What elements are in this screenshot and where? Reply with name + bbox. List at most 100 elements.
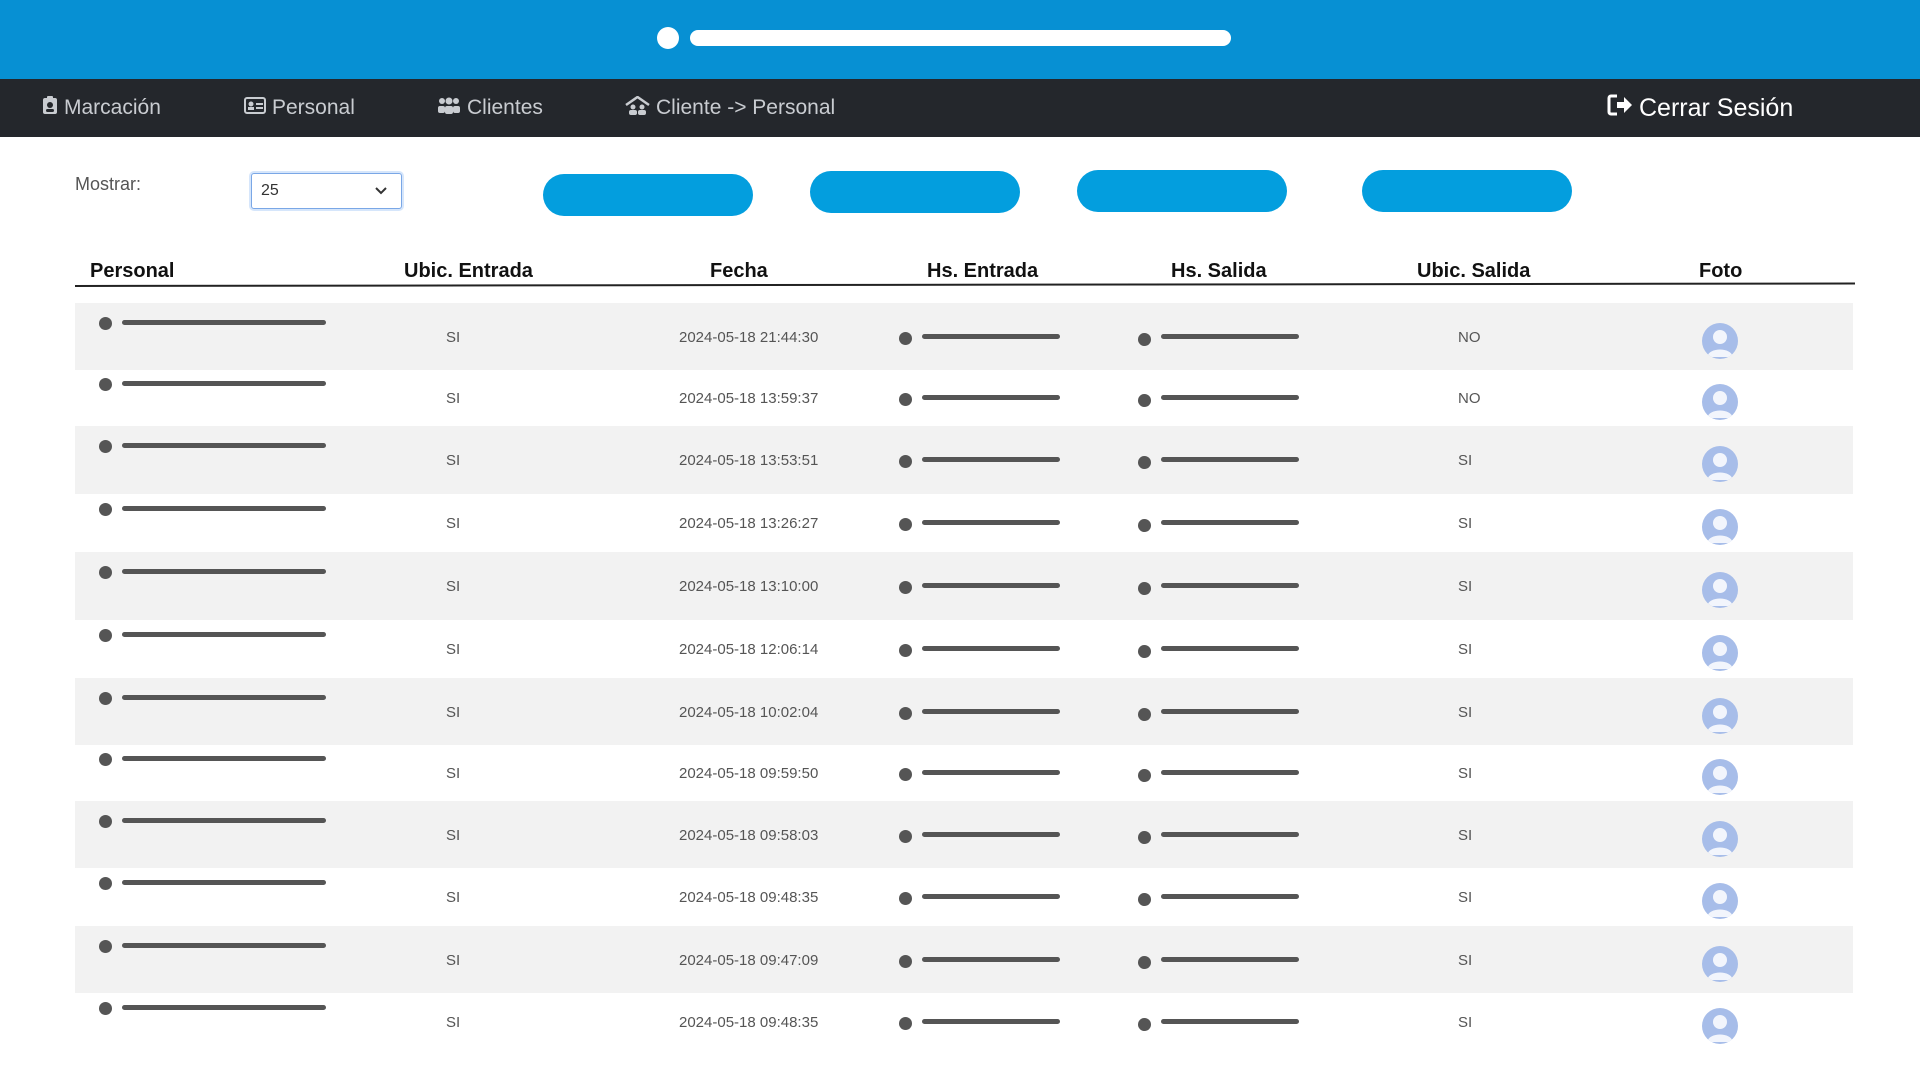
- hs-entrada-placeholder-dot: [899, 644, 912, 657]
- ubic-salida-cell: SI: [1458, 889, 1473, 906]
- hs-salida-placeholder-dot: [1138, 394, 1151, 407]
- personal-placeholder-bar: [122, 381, 326, 386]
- table-row[interactable]: SI 2024-05-18 13:59:37 NO: [75, 370, 1853, 426]
- table-row[interactable]: SI 2024-05-18 10:02:04 SI: [75, 678, 1853, 745]
- ubic-entrada-cell: SI: [446, 704, 461, 721]
- hs-entrada-placeholder-bar: [922, 457, 1060, 462]
- personal-placeholder-bar: [122, 1005, 326, 1010]
- avatar-icon[interactable]: [1702, 946, 1738, 982]
- personal-placeholder-dot: [99, 815, 112, 828]
- table-row[interactable]: SI 2024-05-18 12:06:14 SI: [75, 620, 1853, 678]
- table-row[interactable]: SI 2024-05-18 13:53:51 SI: [75, 426, 1853, 494]
- fecha-cell: 2024-05-18 10:02:04: [679, 704, 819, 721]
- action-button-2[interactable]: [810, 171, 1020, 213]
- nav-item-clientes[interactable]: Clientes: [437, 79, 543, 137]
- ubic-salida-cell: SI: [1458, 641, 1473, 658]
- personal-placeholder-dot: [99, 503, 112, 516]
- page-size-select[interactable]: 25: [251, 173, 402, 209]
- hs-entrada-placeholder-dot: [899, 1017, 912, 1030]
- id-badge-icon: [42, 95, 64, 121]
- personal-placeholder-dot: [99, 317, 112, 330]
- ubic-entrada-cell: SI: [446, 641, 461, 658]
- avatar-icon[interactable]: [1702, 1008, 1738, 1044]
- hs-entrada-placeholder-bar: [922, 583, 1060, 588]
- hs-salida-placeholder-dot: [1138, 1018, 1151, 1031]
- avatar-icon[interactable]: [1702, 698, 1738, 734]
- hs-salida-placeholder-dot: [1138, 831, 1151, 844]
- fecha-cell: 2024-05-18 09:58:03: [679, 827, 819, 844]
- nav-item-marcacion[interactable]: Marcación: [42, 79, 161, 137]
- column-header-hs-salida[interactable]: Hs. Salida: [1171, 260, 1267, 283]
- ubic-entrada-cell: SI: [446, 827, 461, 844]
- personal-placeholder-bar: [122, 818, 326, 823]
- column-header-hs-entrada[interactable]: Hs. Entrada: [927, 260, 1038, 283]
- hs-entrada-placeholder-bar: [922, 709, 1060, 714]
- avatar-icon[interactable]: [1702, 821, 1738, 857]
- ubic-entrada-cell: SI: [446, 452, 461, 469]
- nav-item-cliente-personal[interactable]: Cliente -> Personal: [625, 79, 835, 137]
- personal-placeholder-dot: [99, 629, 112, 642]
- avatar-icon[interactable]: [1702, 635, 1738, 671]
- nav-item-label: Marcación: [64, 96, 161, 119]
- hs-salida-placeholder-bar: [1161, 395, 1299, 400]
- action-button-3[interactable]: [1077, 170, 1287, 212]
- hs-salida-placeholder-dot: [1138, 456, 1151, 469]
- table-row[interactable]: SI 2024-05-18 09:58:03 SI: [75, 801, 1853, 868]
- ubic-entrada-cell: SI: [446, 390, 461, 407]
- avatar-icon[interactable]: [1702, 384, 1738, 420]
- table-row[interactable]: SI 2024-05-18 09:48:35 SI: [75, 993, 1853, 1051]
- ubic-salida-cell: SI: [1458, 578, 1473, 595]
- hs-salida-placeholder-bar: [1161, 583, 1299, 588]
- action-button-4[interactable]: [1362, 170, 1572, 212]
- column-header-fecha[interactable]: Fecha: [710, 260, 768, 283]
- hs-entrada-placeholder-dot: [899, 455, 912, 468]
- hs-entrada-placeholder-bar: [922, 770, 1060, 775]
- ubic-salida-cell: SI: [1458, 452, 1473, 469]
- fecha-cell: 2024-05-18 09:59:50: [679, 765, 819, 782]
- column-header-ubic-entrada[interactable]: Ubic. Entrada: [404, 260, 533, 283]
- banner-placeholder-dot: [657, 27, 679, 49]
- nav-item-label: Personal: [272, 96, 355, 119]
- avatar-icon[interactable]: [1702, 572, 1738, 608]
- house-users-icon: [625, 94, 656, 121]
- column-header-personal[interactable]: Personal: [90, 260, 174, 283]
- table-row[interactable]: SI 2024-05-18 09:47:09 SI: [75, 926, 1853, 993]
- nav-item-personal[interactable]: Personal: [244, 79, 355, 137]
- column-header-foto[interactable]: Foto: [1699, 260, 1742, 283]
- hs-entrada-placeholder-bar: [922, 832, 1060, 837]
- personal-placeholder-bar: [122, 880, 326, 885]
- ubic-salida-cell: SI: [1458, 952, 1473, 969]
- page-size-label: Mostrar:: [75, 174, 142, 194]
- hs-entrada-placeholder-bar: [922, 957, 1060, 962]
- hs-salida-placeholder-bar: [1161, 457, 1299, 462]
- hs-entrada-placeholder-dot: [899, 332, 912, 345]
- hs-entrada-placeholder-dot: [899, 892, 912, 905]
- hs-salida-placeholder-dot: [1138, 893, 1151, 906]
- nav-item-label: Clientes: [467, 96, 543, 119]
- personal-placeholder-dot: [99, 692, 112, 705]
- table-row[interactable]: SI 2024-05-18 13:26:27 SI: [75, 494, 1853, 552]
- banner-placeholder-bar: [690, 30, 1231, 46]
- logout-label: Cerrar Sesión: [1639, 93, 1794, 122]
- avatar-icon[interactable]: [1702, 759, 1738, 795]
- avatar-icon[interactable]: [1702, 446, 1738, 482]
- table-row[interactable]: SI 2024-05-18 13:10:00 SI: [75, 552, 1853, 620]
- table-row[interactable]: SI 2024-05-18 09:48:35 SI: [75, 868, 1853, 926]
- main-nav: Marcación Personal Clientes Cliente -> P…: [0, 79, 1920, 137]
- table-row[interactable]: SI 2024-05-18 09:59:50 SI: [75, 745, 1853, 801]
- table-row[interactable]: SI 2024-05-18 21:44:30 NO: [75, 303, 1853, 370]
- ubic-entrada-cell: SI: [446, 515, 461, 532]
- avatar-icon[interactable]: [1702, 883, 1738, 919]
- hs-salida-placeholder-bar: [1161, 646, 1299, 651]
- hs-salida-placeholder-bar: [1161, 832, 1299, 837]
- column-header-ubic-salida[interactable]: Ubic. Salida: [1417, 260, 1530, 283]
- fecha-cell: 2024-05-18 09:48:35: [679, 889, 819, 906]
- hs-entrada-placeholder-bar: [922, 646, 1060, 651]
- personal-placeholder-dot: [99, 940, 112, 953]
- avatar-icon[interactable]: [1702, 509, 1738, 545]
- users-icon: [437, 96, 467, 120]
- logout-button[interactable]: Cerrar Sesión: [1607, 79, 1793, 137]
- avatar-icon[interactable]: [1702, 323, 1738, 359]
- personal-placeholder-dot: [99, 1002, 112, 1015]
- action-button-1[interactable]: [543, 174, 753, 216]
